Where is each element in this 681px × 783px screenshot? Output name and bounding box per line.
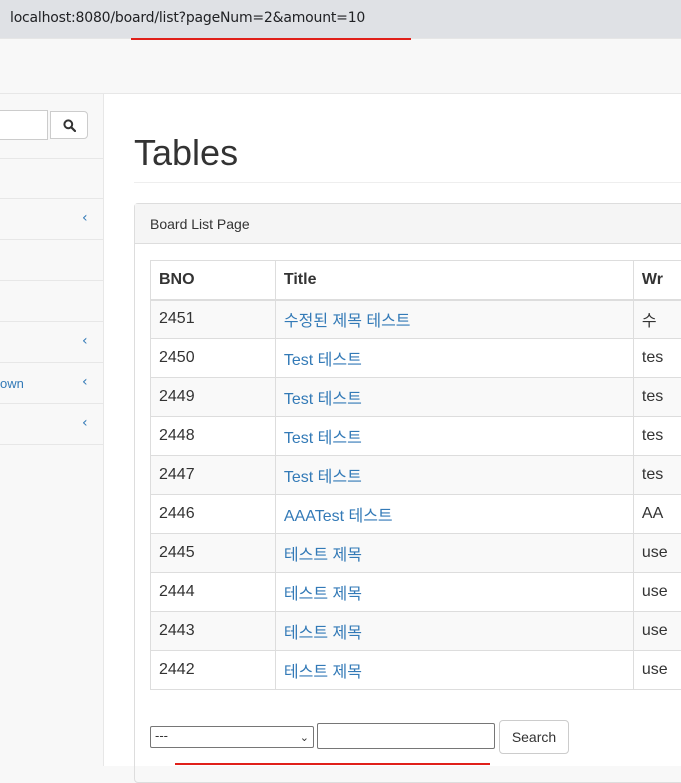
table-header-row: BNO Title Wr: [151, 261, 681, 300]
title-link[interactable]: 수정된 제목 테스트: [284, 313, 411, 330]
cell-title: 수정된 제목 테스트: [275, 300, 633, 339]
cell-writer: use: [633, 651, 681, 690]
search-type-selected: ---: [155, 728, 168, 743]
search-button-label: Search: [512, 729, 556, 745]
cell-title: 테스트 제목: [275, 534, 633, 573]
board-panel: Board List Page BNO Title Wr 2451 수정된 제목 …: [134, 203, 681, 783]
cell-bno: 2445: [151, 534, 276, 573]
sidebar-item[interactable]: own ‹: [0, 364, 103, 404]
cell-title: AAATest 테스트: [275, 495, 633, 534]
column-header-writer: Wr: [633, 261, 681, 300]
sidebar-item-label: own: [0, 376, 24, 391]
browser-address-bar[interactable]: localhost:8080/board/list?pageNum=2&amou…: [0, 0, 681, 39]
page-wrapper: Tables Board List Page BNO Title Wr 2451…: [104, 94, 681, 766]
search-icon: [63, 119, 76, 132]
column-header-title: Title: [275, 261, 633, 300]
page-title: Tables: [134, 132, 238, 174]
sidebar-search: [0, 108, 103, 159]
header-divider: [134, 182, 681, 183]
table-row: 2443 테스트 제목 use: [151, 612, 681, 651]
column-header-bno: BNO: [151, 261, 276, 300]
cell-bno: 2451: [151, 300, 276, 339]
cell-writer: AA: [633, 495, 681, 534]
title-link[interactable]: Test 테스트: [284, 430, 362, 447]
sidebar-item[interactable]: ‹: [0, 323, 103, 363]
title-link[interactable]: 테스트 제목: [284, 664, 362, 681]
search-button[interactable]: Search: [499, 720, 569, 754]
chevron-left-icon: ‹: [82, 415, 88, 431]
cell-title: Test 테스트: [275, 378, 633, 417]
panel-heading: Board List Page: [135, 204, 681, 244]
sidebar-item[interactable]: ‹: [0, 405, 103, 445]
title-link[interactable]: AAATest 테스트: [284, 508, 393, 525]
cell-title: 테스트 제목: [275, 573, 633, 612]
cell-bno: 2442: [151, 651, 276, 690]
sidebar: ‹ ‹ own ‹ ‹: [0, 94, 104, 766]
title-link[interactable]: Test 테스트: [284, 391, 362, 408]
sidebar-item[interactable]: ‹: [0, 200, 103, 240]
cell-title: 테스트 제목: [275, 651, 633, 690]
table-row: 2449 Test 테스트 tes: [151, 378, 681, 417]
search-keyword-input[interactable]: [317, 723, 495, 749]
cell-writer: tes: [633, 339, 681, 378]
cell-writer: use: [633, 534, 681, 573]
cell-writer: use: [633, 573, 681, 612]
sidebar-item[interactable]: [0, 159, 103, 199]
cell-writer: tes: [633, 456, 681, 495]
cell-title: Test 테스트: [275, 339, 633, 378]
chevron-down-icon: ⌄: [300, 729, 309, 747]
cell-writer: 수: [633, 300, 681, 339]
table-row: 2446 AAATest 테스트 AA: [151, 495, 681, 534]
table-row: 2442 테스트 제목 use: [151, 651, 681, 690]
sidebar-search-input[interactable]: [0, 110, 48, 140]
cell-bno: 2450: [151, 339, 276, 378]
url-text[interactable]: localhost:8080/board/list?pageNum=2&amou…: [10, 10, 365, 26]
sidebar-search-button[interactable]: [50, 111, 88, 139]
cell-writer: use: [633, 612, 681, 651]
table-row: 2447 Test 테스트 tes: [151, 456, 681, 495]
cell-writer: tes: [633, 378, 681, 417]
cell-bno: 2447: [151, 456, 276, 495]
cell-title: Test 테스트: [275, 417, 633, 456]
cell-bno: 2443: [151, 612, 276, 651]
sidebar-item[interactable]: [0, 241, 103, 281]
chevron-left-icon: ‹: [82, 210, 88, 226]
title-link[interactable]: 테스트 제목: [284, 586, 362, 603]
title-link[interactable]: 테스트 제목: [284, 625, 362, 642]
title-link[interactable]: Test 테스트: [284, 469, 362, 486]
cell-bno: 2446: [151, 495, 276, 534]
table-row: 2448 Test 테스트 tes: [151, 417, 681, 456]
title-link[interactable]: 테스트 제목: [284, 547, 362, 564]
chevron-left-icon: ‹: [82, 374, 88, 390]
search-highlight-underline: [175, 763, 490, 765]
table-row: 2451 수정된 제목 테스트 수: [151, 300, 681, 339]
sidebar-item[interactable]: [0, 282, 103, 322]
table-row: 2444 테스트 제목 use: [151, 573, 681, 612]
table-row: 2450 Test 테스트 tes: [151, 339, 681, 378]
cell-bno: 2444: [151, 573, 276, 612]
top-navbar: [0, 40, 681, 94]
cell-bno: 2449: [151, 378, 276, 417]
cell-writer: tes: [633, 417, 681, 456]
cell-title: 테스트 제목: [275, 612, 633, 651]
table-row: 2445 테스트 제목 use: [151, 534, 681, 573]
title-link[interactable]: Test 테스트: [284, 352, 362, 369]
cell-title: Test 테스트: [275, 456, 633, 495]
search-type-select[interactable]: --- ⌄: [150, 726, 314, 748]
chevron-left-icon: ‹: [82, 333, 88, 349]
board-table: BNO Title Wr 2451 수정된 제목 테스트 수 2450 Test 테스트…: [150, 260, 681, 690]
cell-bno: 2448: [151, 417, 276, 456]
